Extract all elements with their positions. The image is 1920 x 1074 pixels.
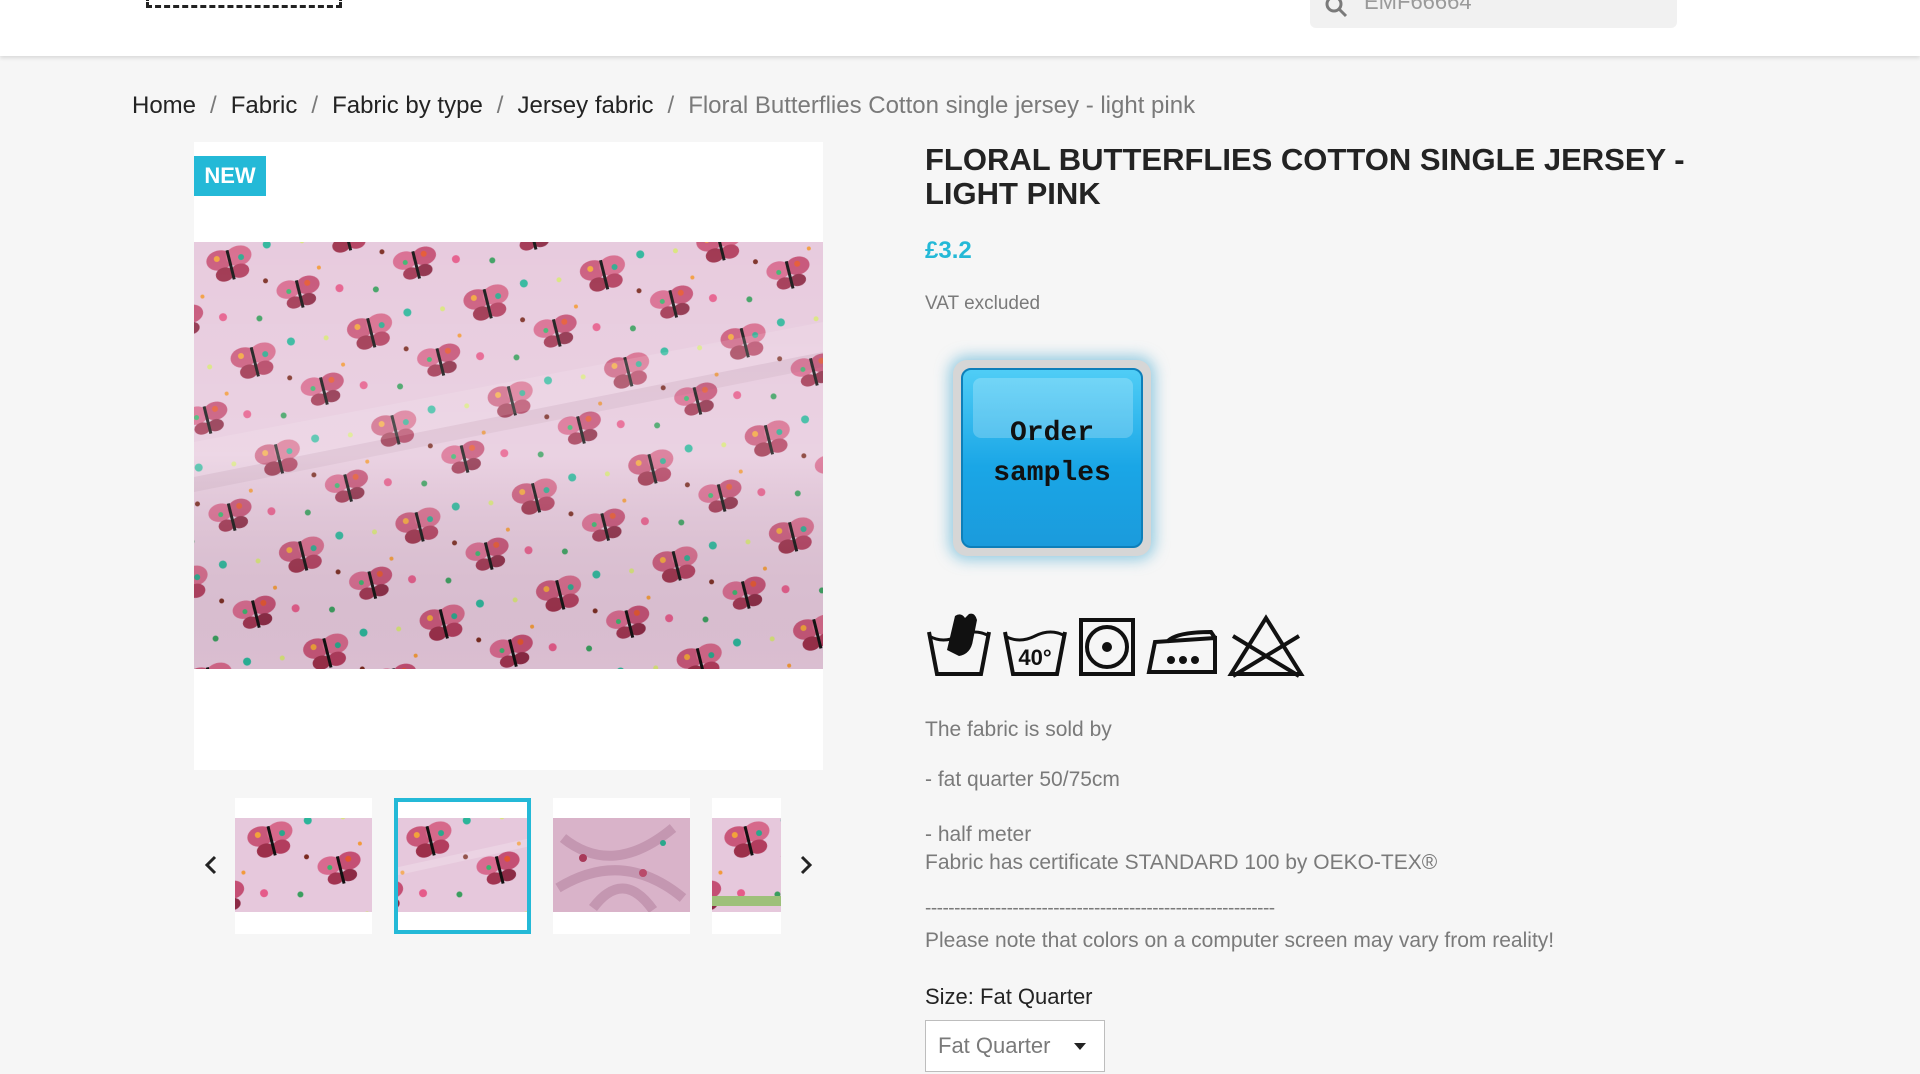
- thumbnail-carousel: [194, 798, 823, 934]
- size-select[interactable]: Fat Quarter: [925, 1020, 1105, 1072]
- search-icon[interactable]: [1324, 0, 1348, 18]
- site-logo[interactable]: [146, 0, 342, 8]
- search-input[interactable]: [1364, 0, 1664, 14]
- caret-down-icon: [1074, 1043, 1086, 1050]
- breadcrumb: Home / Fabric / Fabric by type / Jersey …: [132, 90, 1195, 122]
- wash-40-icon: 40°: [1003, 630, 1067, 676]
- description-line: The fabric is sold by: [925, 718, 1112, 741]
- breadcrumb-fabric[interactable]: Fabric: [231, 92, 298, 120]
- product-price: £3.2: [925, 237, 972, 264]
- description-line: - half meter: [925, 823, 1032, 846]
- breadcrumb-home[interactable]: Home: [132, 92, 196, 120]
- vat-note: VAT excluded: [925, 293, 1041, 314]
- thumbnail-4[interactable]: [712, 798, 781, 934]
- breadcrumb-separator: /: [496, 92, 504, 119]
- no-bleach-icon: [1227, 614, 1305, 678]
- breadcrumb-fabric-by-type[interactable]: Fabric by type: [332, 92, 483, 120]
- breadcrumb-separator: /: [667, 92, 675, 119]
- breadcrumb-jersey-fabric[interactable]: Jersey fabric: [517, 92, 653, 120]
- svg-text:40°: 40°: [1018, 645, 1051, 670]
- breadcrumb-separator: /: [311, 92, 319, 119]
- breadcrumb-current: Floral Butterflies Cotton single jersey …: [688, 92, 1196, 119]
- thumbnail-image: [398, 818, 527, 912]
- thumbnail-1[interactable]: [235, 798, 372, 934]
- thumbnail-image: [712, 818, 781, 912]
- tumble-dry-icon: [1079, 618, 1135, 676]
- product-title: Floral Butterflies Cotton single jersey …: [925, 142, 1685, 211]
- iron-high-icon: [1146, 629, 1217, 674]
- new-badge: NEW: [194, 156, 266, 196]
- description-line: - fat quarter 50/75cm: [925, 768, 1120, 791]
- chevron-left-icon[interactable]: [196, 850, 226, 880]
- search-box[interactable]: [1310, 0, 1677, 28]
- order-samples-label: Order samples: [953, 414, 1151, 494]
- size-label: Size: Fat Quarter: [925, 984, 1093, 1009]
- order-samples-button[interactable]: Order samples: [953, 360, 1151, 556]
- chevron-right-icon[interactable]: [791, 850, 821, 880]
- site-header: [0, 0, 1920, 56]
- order-samples-line-2: samples: [993, 458, 1111, 489]
- breadcrumb-separator: /: [210, 92, 217, 119]
- order-samples-line-1: Order: [1009, 418, 1094, 449]
- fabric-photo: [194, 242, 823, 669]
- fabric-pattern-image: [194, 242, 823, 669]
- thumbnail-image: [553, 818, 690, 912]
- size-select-value: Fat Quarter: [938, 1033, 1051, 1058]
- thumbnail-3[interactable]: [553, 798, 690, 934]
- thumbnail-image: [235, 818, 372, 912]
- description-line: Please note that colors on a computer sc…: [925, 929, 1555, 952]
- description-line: Fabric has certificate STANDARD 100 by O…: [925, 851, 1438, 874]
- product-main-image[interactable]: NEW: [194, 142, 823, 770]
- hand-wash-icon: [927, 613, 991, 676]
- thumbnail-2-selected[interactable]: [394, 798, 531, 934]
- description-divider: ----------------------------------------…: [925, 898, 1275, 919]
- care-instructions: 40°: [925, 610, 1305, 680]
